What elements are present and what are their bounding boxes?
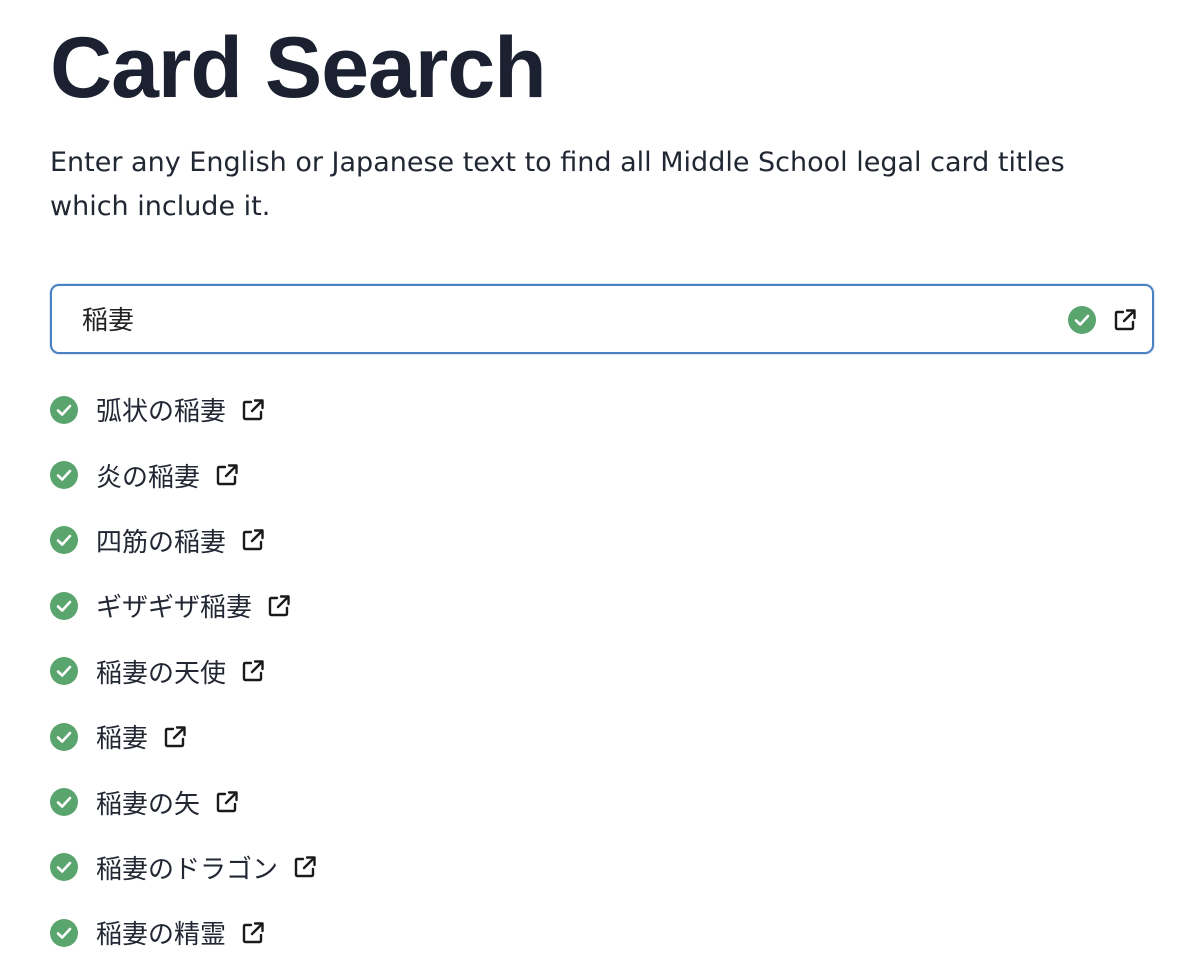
list-item: 炎の稲妻 (50, 442, 318, 507)
list-item: 稲妻の矢 (50, 769, 318, 834)
external-link-icon[interactable] (240, 527, 266, 553)
list-item: 稲妻の天使 (50, 639, 318, 704)
external-link-icon[interactable] (240, 920, 266, 946)
results-list: 弧状の稲妻 炎の稲妻 四筋の稲妻 ギザギザ稲妻 稲妻の天使 稲妻 稲妻の矢 稲妻… (50, 377, 318, 966)
card-title: 稲妻の精霊 (96, 920, 227, 951)
external-link-icon[interactable] (292, 854, 318, 880)
check-circle-icon (50, 788, 78, 817)
check-circle-icon (50, 461, 78, 490)
check-circle-icon (50, 722, 78, 751)
check-circle-icon (50, 918, 78, 947)
check-circle-icon (50, 526, 78, 555)
search-field[interactable] (50, 284, 1154, 354)
list-item: 弧状の稲妻 (50, 377, 318, 442)
check-circle-icon (50, 853, 78, 882)
external-link-icon[interactable] (162, 724, 188, 750)
external-link-icon[interactable] (214, 462, 240, 488)
card-title: 弧状の稲妻 (96, 397, 227, 428)
external-link-icon[interactable] (266, 593, 292, 619)
card-title: 四筋の稲妻 (96, 527, 227, 558)
page-title: Card Search (50, 20, 547, 116)
card-title: 稲妻 (96, 724, 149, 755)
external-link-icon[interactable] (1112, 307, 1138, 333)
card-title: 稲妻の天使 (96, 658, 227, 689)
page-description: Enter any English or Japanese text to fi… (50, 147, 1065, 222)
card-title: 稲妻のドラゴン (96, 854, 279, 885)
list-item: 稲妻 (50, 704, 318, 769)
check-circle-icon (50, 591, 78, 620)
list-item: ギザギザ稲妻 (50, 573, 318, 638)
external-link-icon[interactable] (240, 658, 266, 684)
search-input[interactable] (52, 286, 1082, 351)
card-title: ギザギザ稲妻 (96, 593, 253, 624)
list-item: 稲妻の精霊 (50, 900, 318, 965)
external-link-icon[interactable] (240, 397, 266, 423)
check-circle-icon (50, 657, 78, 686)
check-circle-icon (50, 395, 78, 424)
list-item: 稲妻のドラゴン (50, 835, 318, 900)
list-item: 四筋の稲妻 (50, 508, 318, 573)
card-title: 炎の稲妻 (96, 462, 201, 493)
check-circle-icon (1068, 306, 1096, 334)
external-link-icon[interactable] (214, 789, 240, 815)
card-title: 稲妻の矢 (96, 789, 201, 820)
